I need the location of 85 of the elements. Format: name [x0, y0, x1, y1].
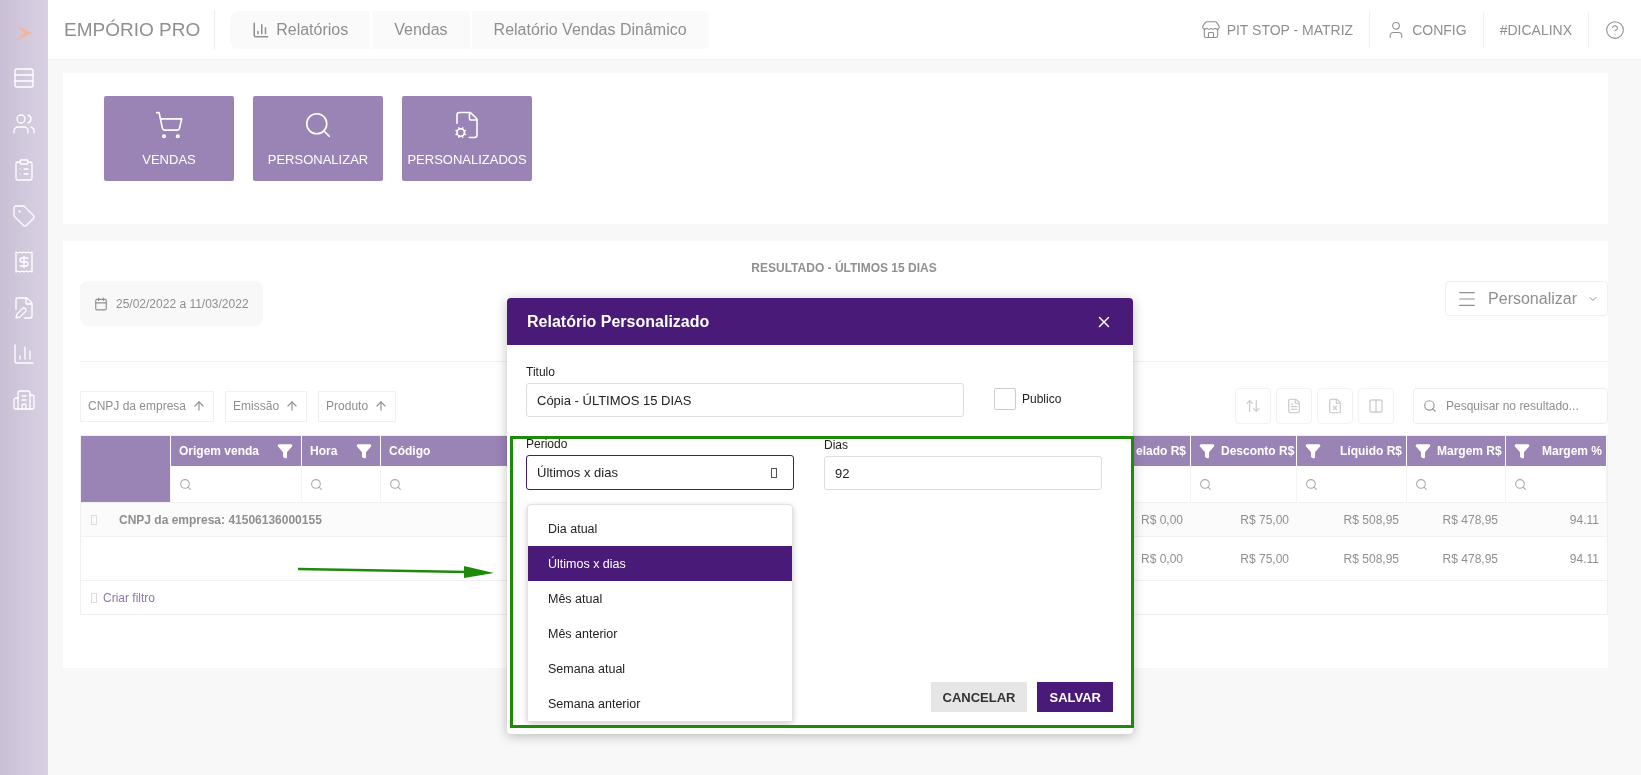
top-link[interactable]: PIT STOP - MATRIZ [1184, 11, 1370, 48]
filter-icon[interactable] [1415, 443, 1431, 459]
field-label: Titulo [526, 365, 556, 379]
filter-icon[interactable] [1305, 443, 1321, 459]
result-title: RESULTADO - ÚLTIMOS 15 DIAS [751, 261, 937, 275]
customize-dropdown[interactable]: Personalizar [1445, 281, 1608, 316]
cart-icon [154, 110, 184, 140]
checkbox-label: Publico [1022, 392, 1062, 406]
period-select[interactable]: Últimos x dias [526, 455, 794, 490]
sort-chip[interactable]: Emissão [225, 390, 308, 422]
search-icon [1423, 399, 1437, 413]
clipboard-icon[interactable] [12, 158, 36, 182]
bar-chart-icon [252, 20, 271, 39]
breadcrumb-item[interactable]: Relatório Vendas Dinâmico [471, 10, 711, 49]
store-icon [1200, 19, 1221, 40]
column-header: Origem venda [171, 436, 302, 466]
users-icon[interactable] [12, 112, 36, 136]
expand-icon [91, 514, 97, 525]
top-link[interactable]: #DICALINX [1482, 11, 1588, 48]
sort-chip[interactable]: Produto [318, 390, 397, 422]
table-cell: R$ 478,95 [1407, 502, 1506, 536]
add-icon [91, 592, 97, 603]
filter-icon[interactable] [356, 443, 372, 459]
columns-icon [1368, 398, 1384, 414]
filter-icon[interactable] [1514, 443, 1530, 459]
search-icon [389, 477, 402, 491]
dropdown-option[interactable]: Semana atual [528, 651, 792, 686]
list-icon[interactable] [12, 66, 36, 90]
top-link[interactable]: CONFIG [1369, 11, 1483, 48]
brand-name: EMPÓRIO PRO [64, 9, 216, 50]
search-icon [1305, 477, 1318, 491]
expand-button[interactable] [1235, 388, 1271, 424]
table-cell: 94.11 [1506, 502, 1607, 536]
column-header: Líquido R$ [1297, 436, 1407, 466]
save-button[interactable]: SALVAR [1037, 682, 1113, 712]
calendar-icon [94, 296, 108, 311]
table-cell: R$ 508,95 [1297, 502, 1407, 536]
search-icon [1199, 477, 1212, 491]
search-icon [179, 477, 192, 491]
cancel-button[interactable]: CANCELAR [930, 682, 1028, 712]
dropdown-option[interactable]: Mês anterior [528, 616, 792, 651]
sort-chip[interactable]: CNPJ da empresa [80, 390, 215, 422]
search-icon [1514, 477, 1527, 491]
date-range: 25/02/2022 a 11/03/2022 [116, 296, 249, 311]
tag-icon[interactable] [12, 204, 36, 228]
caret-icon [771, 467, 777, 478]
public-checkbox[interactable] [994, 388, 1016, 410]
days-input[interactable]: 92 [824, 456, 1102, 490]
column-header: Desconto R$ [1191, 436, 1297, 466]
help-icon [1605, 19, 1625, 40]
shortcut-tile[interactable]: VENDAS [104, 96, 234, 181]
edit-document-icon[interactable] [12, 296, 36, 320]
expand-icon [1245, 398, 1261, 414]
filter-icon[interactable] [1199, 443, 1215, 459]
search-field[interactable]: Pesquisar no resultado... [1413, 388, 1608, 424]
group-label: CNPJ da empresa: 41506136000155 [119, 512, 322, 527]
pdf-button[interactable] [1276, 388, 1312, 424]
search-icon [1415, 477, 1428, 491]
document-icon [1286, 398, 1302, 414]
dropdown-option[interactable]: Semana anterior [528, 686, 792, 721]
field-label: Dias [824, 438, 849, 452]
building-icon[interactable] [12, 388, 36, 412]
dropdown-option[interactable]: Dia atual [528, 511, 792, 546]
breadcrumb-item[interactable]: Vendas [372, 10, 472, 49]
search-icon [303, 110, 333, 140]
spreadsheet-icon [1327, 398, 1343, 414]
dropdown-option[interactable]: Últimos x dias [528, 546, 792, 581]
dropdown-option[interactable]: Mês atual [528, 581, 792, 616]
filter-icon[interactable] [277, 443, 293, 459]
bar-chart-icon[interactable] [12, 342, 36, 366]
breadcrumb-item[interactable]: Relatórios [230, 10, 373, 49]
column-header: Margem % [1506, 436, 1607, 466]
dialog-title: Relatório Personalizado [527, 312, 710, 331]
create-filter-link[interactable]: Criar filtro [103, 590, 155, 605]
column-header: Hora [302, 436, 381, 466]
excel-button[interactable] [1317, 388, 1353, 424]
receipt-icon[interactable] [12, 250, 36, 274]
shortcut-tile[interactable]: PERSONALIZAR [253, 96, 383, 181]
title-input[interactable]: Cópia - ÚLTIMOS 15 DIAS [526, 383, 964, 417]
search-icon [310, 477, 323, 491]
shortcut-tile[interactable]: PERSONALIZADOS [402, 96, 532, 181]
field-label: Periodo [526, 437, 569, 451]
columns-button[interactable] [1358, 388, 1394, 424]
column-header: Margem R$ [1407, 436, 1506, 466]
table-cell: R$ 75,00 [1191, 502, 1297, 536]
